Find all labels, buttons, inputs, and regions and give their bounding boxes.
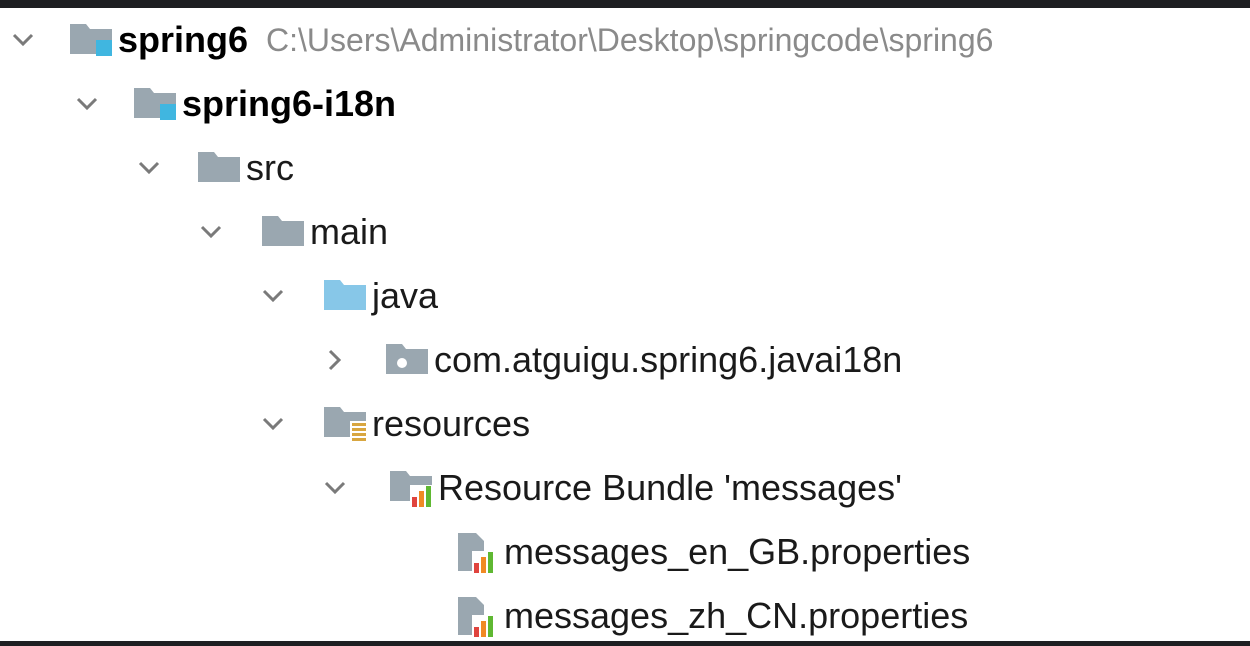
tree-row-main[interactable]: main <box>0 202 1250 262</box>
chevron-down-icon[interactable] <box>260 283 286 309</box>
tree-row-java[interactable]: java <box>0 266 1250 326</box>
folder-icon <box>260 212 310 252</box>
tree-module-label: spring6-i18n <box>182 83 397 124</box>
tree-row-resources[interactable]: resources <box>0 394 1250 454</box>
tree-row-module[interactable]: spring6-i18n <box>0 74 1250 134</box>
project-tree-panel: spring6 C:\Users\Administrator\Desktop\s… <box>0 8 1250 641</box>
chevron-down-icon[interactable] <box>322 475 348 501</box>
tree-resources-label: resources <box>372 403 531 444</box>
tree-row-file[interactable]: messages_zh_CN.properties <box>0 586 1250 646</box>
tree-src-label: src <box>246 147 294 188</box>
chevron-down-icon[interactable] <box>198 219 224 245</box>
tree-root-label: spring6 <box>118 19 249 60</box>
tree-row-src[interactable]: src <box>0 138 1250 198</box>
tree-root-path: C:\Users\Administrator\Desktop\springcod… <box>266 21 994 58</box>
tree-file-label: messages_zh_CN.properties <box>504 595 969 636</box>
module-folder-icon <box>132 84 182 124</box>
chevron-down-icon[interactable] <box>260 411 286 437</box>
tree-row-package[interactable]: com.atguigu.spring6.javai18n <box>0 330 1250 390</box>
module-folder-icon <box>68 20 118 60</box>
chevron-down-icon[interactable] <box>74 91 100 117</box>
chevron-right-icon[interactable] <box>322 347 348 373</box>
tree-main-label: main <box>310 211 389 252</box>
resources-root-icon <box>322 404 372 444</box>
tree-java-label: java <box>372 275 439 316</box>
tree-package-label: com.atguigu.spring6.javai18n <box>434 339 903 380</box>
source-root-folder-icon <box>322 276 372 316</box>
tree-row-root[interactable]: spring6 C:\Users\Administrator\Desktop\s… <box>0 10 1250 70</box>
resource-bundle-icon <box>388 468 438 508</box>
properties-file-icon <box>454 596 504 637</box>
tree-file-label: messages_en_GB.properties <box>504 531 971 572</box>
chevron-down-icon[interactable] <box>10 27 36 53</box>
package-icon <box>384 340 434 380</box>
folder-icon <box>196 148 246 188</box>
tree-row-resource-bundle[interactable]: Resource Bundle 'messages' <box>0 458 1250 518</box>
chevron-down-icon[interactable] <box>136 155 162 181</box>
tree-bundle-label: Resource Bundle 'messages' <box>438 467 902 508</box>
properties-file-icon <box>454 532 504 573</box>
tree-row-file[interactable]: messages_en_GB.properties <box>0 522 1250 582</box>
